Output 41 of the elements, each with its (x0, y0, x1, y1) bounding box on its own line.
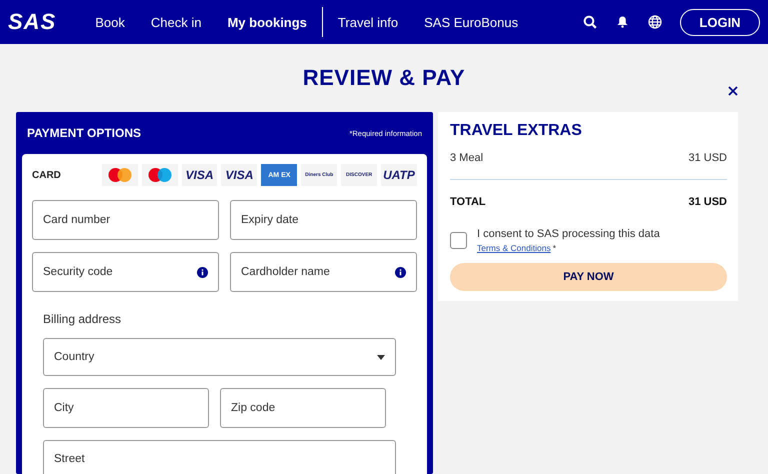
pay-now-button[interactable]: PAY NOW (450, 263, 727, 291)
card-logo[interactable] (142, 164, 178, 186)
page-title: REVIEW & PAY (302, 65, 466, 91)
nav-link[interactable]: Book (82, 14, 138, 30)
nav-link[interactable]: Check in (138, 14, 214, 30)
bell-icon[interactable] (617, 16, 628, 28)
country-select[interactable]: Country (43, 338, 396, 376)
info-icon (197, 266, 208, 278)
consent-checkbox[interactable] (450, 232, 467, 249)
close-icon[interactable] (728, 86, 738, 96)
logo[interactable]: SAS (8, 9, 56, 35)
item-price: 31 USD (688, 152, 727, 164)
card-label: CARD (32, 170, 62, 180)
required-mark: * (552, 243, 556, 253)
billing-label: Billing address (43, 312, 122, 326)
input-field[interactable]: Cardholder name (230, 252, 417, 292)
card-logo[interactable]: UATP (381, 164, 417, 186)
input-field[interactable]: City (43, 388, 209, 428)
login-button[interactable]: LOGIN (680, 8, 760, 36)
card-logo[interactable]: VISA (182, 164, 218, 186)
panel-title: TRAVEL EXTRAS (450, 122, 583, 140)
card-logo[interactable] (102, 164, 138, 186)
panel-title: PAYMENT OPTIONS (27, 126, 142, 140)
input-field[interactable]: Expiry date (230, 200, 417, 240)
nav-link[interactable]: SAS EuroBonus (411, 14, 532, 30)
item-name: 3 Meal (450, 152, 484, 164)
input-field[interactable]: Card number (32, 200, 219, 240)
input-field[interactable]: Street (43, 440, 396, 474)
search-icon[interactable] (583, 15, 597, 29)
caret-icon (377, 354, 385, 360)
total-label: TOTAL (450, 196, 486, 208)
nav-link[interactable]: My bookings (214, 14, 320, 30)
terms-link[interactable]: Terms & Conditions (477, 243, 551, 253)
card-logo[interactable]: VISA (221, 164, 258, 186)
input-field[interactable]: Security code (32, 252, 219, 292)
input-field[interactable]: Zip code (220, 388, 386, 428)
consent-text: I consent to SAS processing this data (477, 228, 660, 240)
info-icon (395, 266, 406, 278)
total-amount: 31 USD (688, 196, 727, 208)
globe-icon[interactable] (648, 15, 662, 29)
nav-link[interactable]: Travel info (324, 14, 412, 30)
